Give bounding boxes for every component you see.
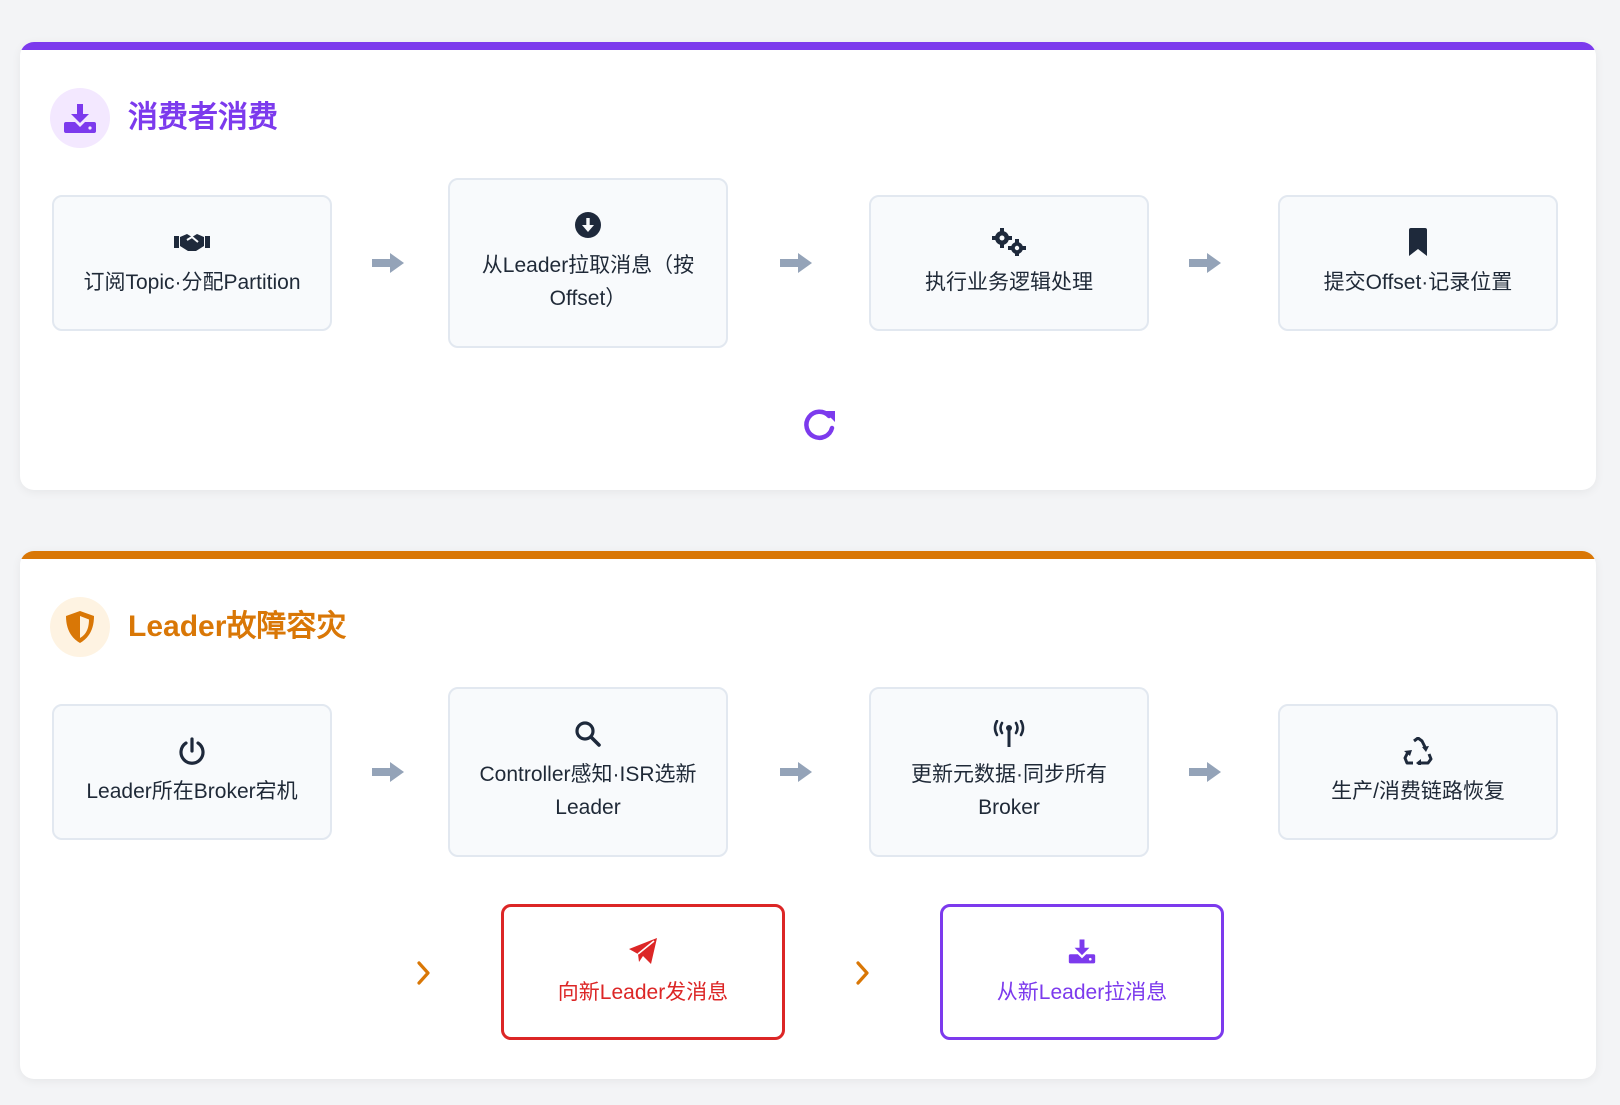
chevron-right-icon bbox=[854, 959, 872, 987]
bookmark-icon bbox=[1407, 227, 1429, 256]
recycle-icon bbox=[1403, 736, 1433, 765]
flow-step-sync-metadata: 更新元数据·同步所有Broker bbox=[869, 687, 1149, 857]
step-label: Leader所在Broker宕机 bbox=[86, 779, 298, 803]
outcome-consume-from-new-leader: 从新Leader拉消息 bbox=[940, 904, 1224, 1040]
section-accent-bar bbox=[20, 551, 1596, 559]
flow-arrow-right-icon bbox=[778, 251, 814, 275]
failover-section-card: Leader故障容灾 Leader所在Broker宕机 Controller感知… bbox=[20, 551, 1596, 1079]
flow-step-subscribe: 订阅Topic·分配Partition bbox=[52, 195, 332, 331]
power-icon bbox=[178, 736, 206, 765]
consumer-section-card: 消费者消费 订阅Topic·分配Partition 从Leader拉取消息（按O… bbox=[20, 42, 1596, 490]
outcome-label: 向新Leader发消息 bbox=[557, 980, 729, 1004]
handshake-icon bbox=[174, 228, 210, 256]
paper-plane-icon bbox=[628, 936, 658, 966]
refresh-icon bbox=[801, 407, 837, 443]
arrow-circle-down-icon bbox=[574, 211, 602, 239]
search-icon bbox=[574, 720, 602, 748]
flow-step-pull: 从Leader拉取消息（按Offset） bbox=[448, 178, 728, 348]
step-label: Controller感知·ISR选新Leader bbox=[479, 763, 697, 819]
chevron-right-icon bbox=[415, 959, 433, 987]
flow-arrow-right-icon bbox=[778, 760, 814, 784]
flow-step-commit: 提交Offset·记录位置 bbox=[1278, 195, 1558, 331]
outcome-produce-to-new-leader: 向新Leader发消息 bbox=[501, 904, 785, 1040]
download-icon bbox=[1068, 936, 1096, 966]
outcome-label: 从新Leader拉消息 bbox=[996, 980, 1168, 1004]
flow-arrow-right-icon bbox=[370, 760, 406, 784]
section-title: Leader故障容灾 bbox=[128, 610, 347, 643]
flow-step-recovered: 生产/消费链路恢复 bbox=[1278, 704, 1558, 840]
flow-arrow-right-icon bbox=[1187, 251, 1223, 275]
shield-icon bbox=[50, 597, 110, 657]
step-label: 生产/消费链路恢复 bbox=[1331, 779, 1505, 803]
section-title: 消费者消费 bbox=[128, 101, 278, 134]
gears-icon bbox=[991, 227, 1027, 256]
step-label: 提交Offset·记录位置 bbox=[1323, 270, 1513, 294]
step-label: 执行业务逻辑处理 bbox=[925, 270, 1093, 294]
flow-arrow-right-icon bbox=[1187, 760, 1223, 784]
section-accent-bar bbox=[20, 42, 1596, 50]
flow-arrow-right-icon bbox=[370, 251, 406, 275]
step-label: 订阅Topic·分配Partition bbox=[83, 270, 301, 294]
flow-step-process: 执行业务逻辑处理 bbox=[869, 195, 1149, 331]
step-label: 更新元数据·同步所有Broker bbox=[911, 763, 1107, 819]
flow-step-elect-leader: Controller感知·ISR选新Leader bbox=[448, 687, 728, 857]
broadcast-tower-icon bbox=[992, 720, 1026, 748]
download-icon bbox=[50, 88, 110, 148]
flow-step-broker-down: Leader所在Broker宕机 bbox=[52, 704, 332, 840]
step-label: 从Leader拉取消息（按Offset） bbox=[481, 254, 695, 310]
